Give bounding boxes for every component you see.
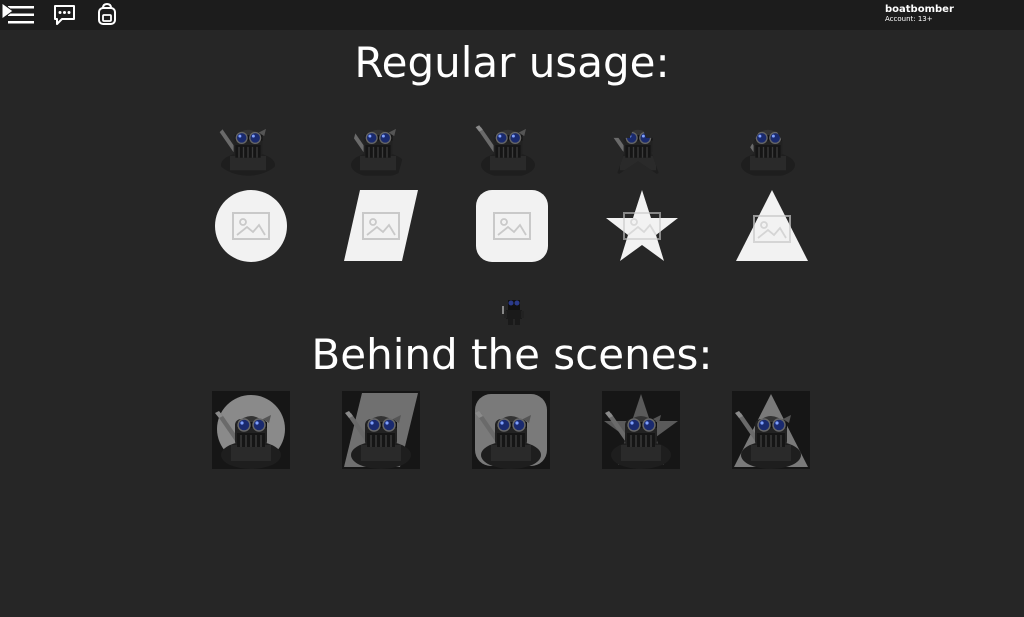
circle-mask-image — [215, 190, 287, 262]
triangle-mask-image — [736, 190, 808, 261]
backpack-icon[interactable] — [97, 2, 117, 32]
behind-star-frame — [602, 391, 680, 469]
character-circle-clip — [214, 124, 276, 176]
menu-icon[interactable] — [1, 2, 36, 32]
account-label: Account: 13+ — [885, 15, 933, 23]
regular-usage-title: Regular usage: — [354, 38, 670, 87]
character-triangle-clip — [734, 124, 796, 176]
rounded-square-mask-image — [476, 190, 548, 262]
user-info[interactable]: boatbomber Account: 13+ — [885, 5, 954, 23]
player-character — [502, 300, 524, 325]
chat-icon[interactable] — [53, 3, 77, 32]
behind-parallelogram-frame — [342, 391, 420, 469]
behind-circle-frame — [212, 391, 290, 469]
parallelogram-mask-image — [344, 190, 418, 261]
behind-rounded-square-frame — [472, 391, 550, 469]
behind-triangle-frame — [732, 391, 810, 469]
top-bar: boatbomber Account: 13+ — [0, 0, 1024, 30]
star-mask-image — [606, 190, 678, 261]
behind-the-scenes-title: Behind the scenes: — [311, 330, 713, 379]
username: boatbomber — [885, 4, 954, 15]
character-rounded-square-clip — [474, 124, 536, 176]
character-parallelogram-clip — [344, 124, 406, 176]
character-star-clip — [604, 124, 666, 176]
